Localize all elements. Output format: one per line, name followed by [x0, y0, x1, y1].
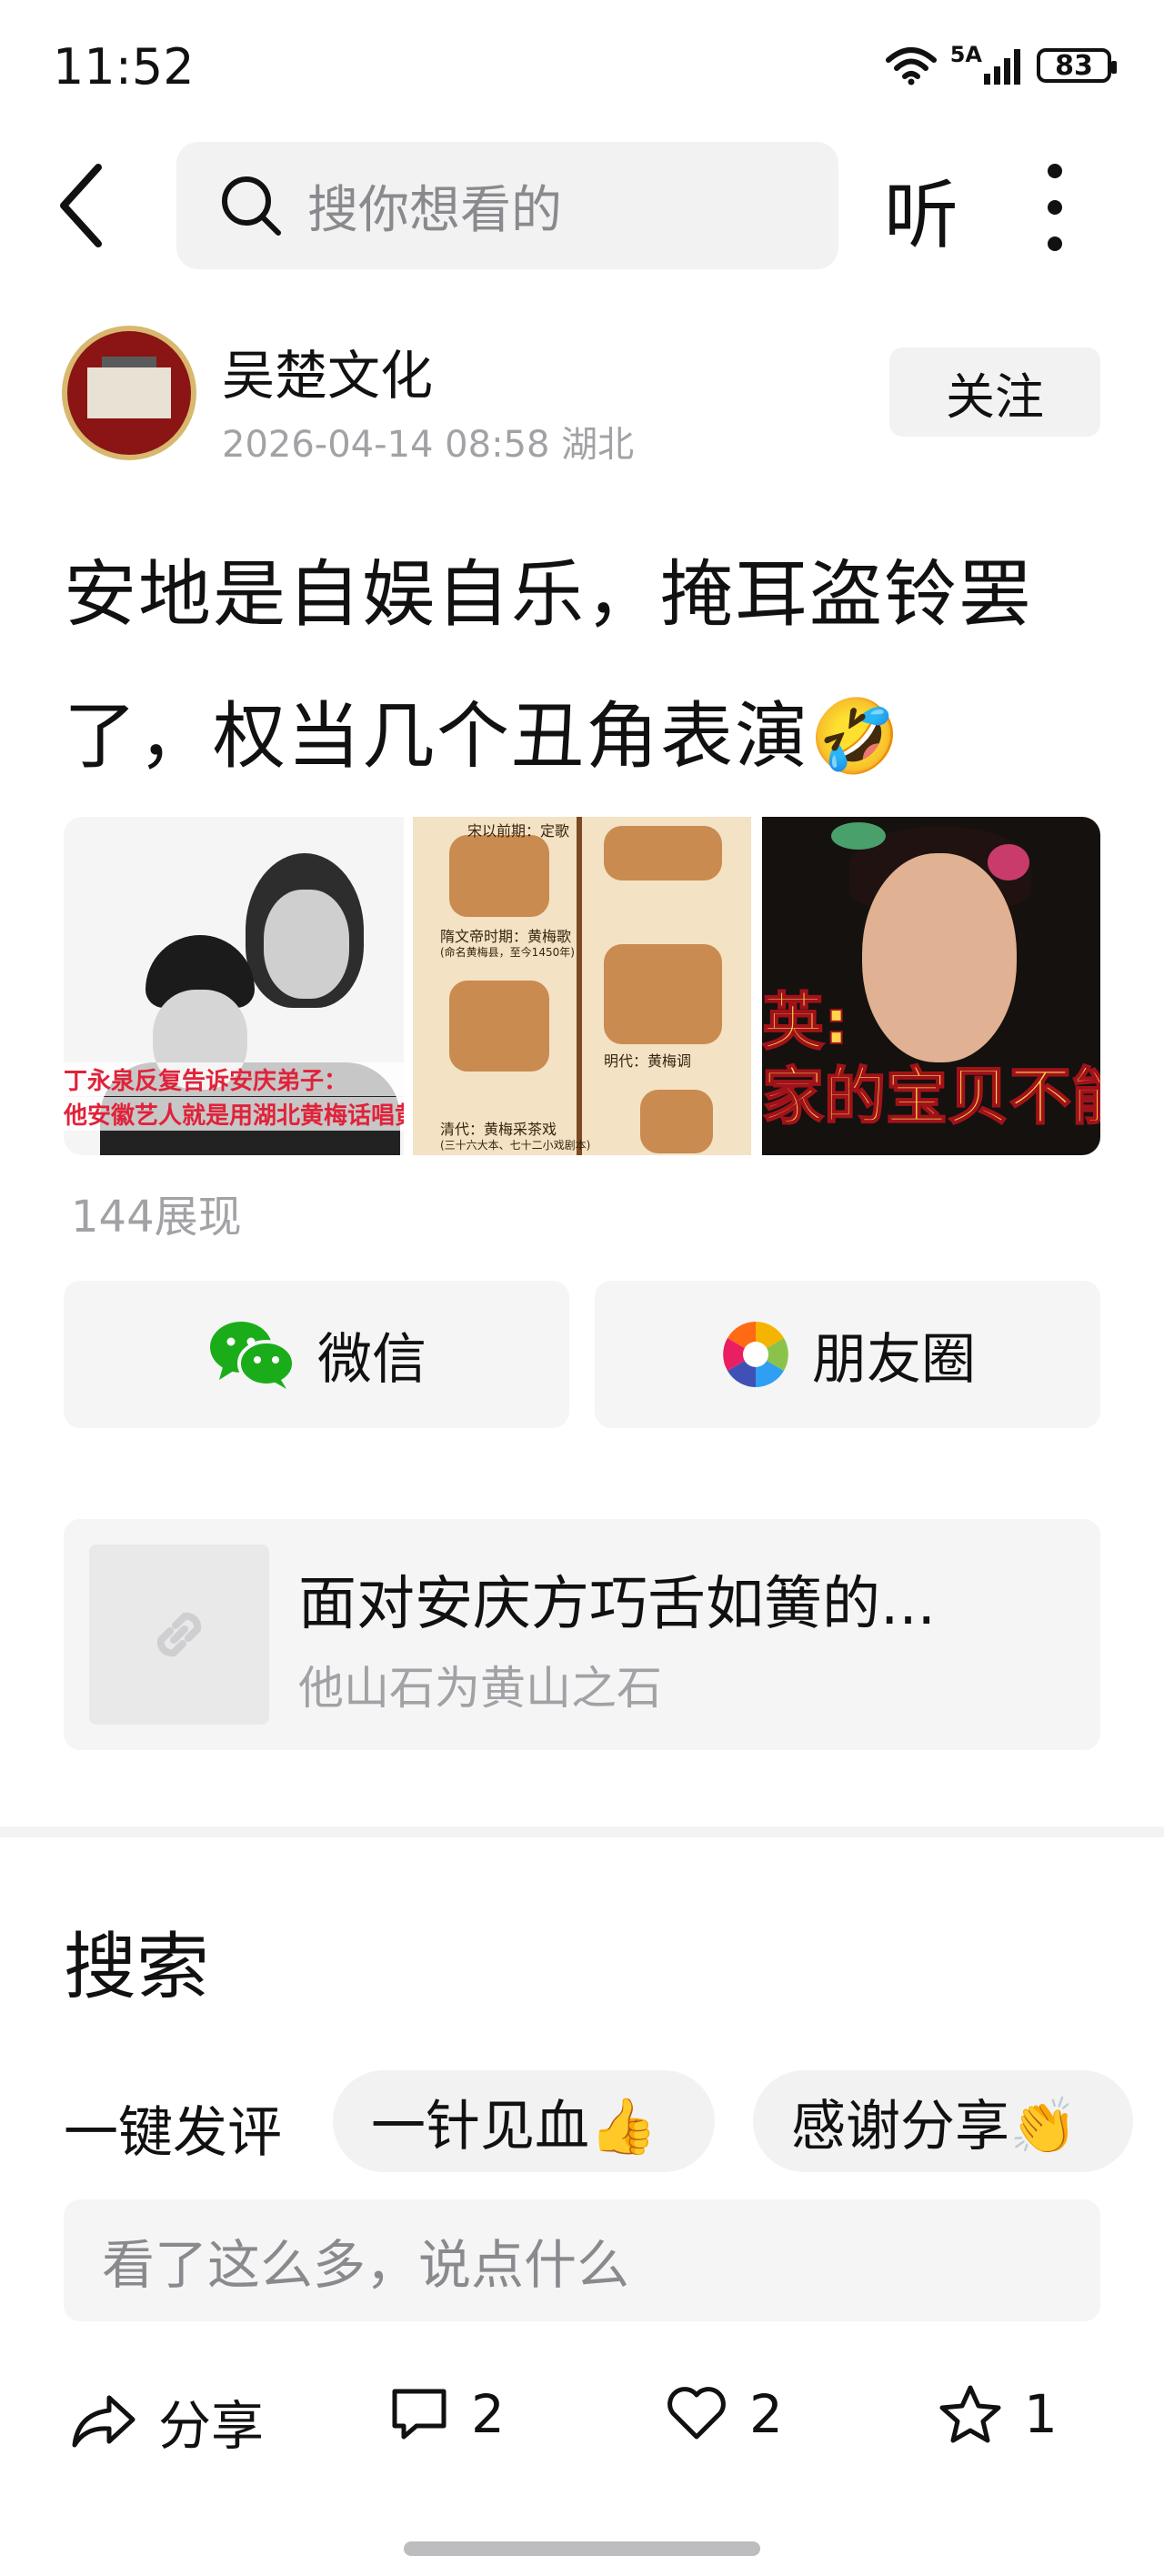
timeline-label: (命名黄梅县，至今1450年) [440, 946, 575, 959]
search-icon [222, 176, 281, 236]
image-caption: 他安徽艺人就是用湖北黄梅话唱黄 [64, 1097, 404, 1131]
star-icon [939, 2385, 1001, 2443]
follow-button[interactable]: 关注 [889, 347, 1100, 437]
section-divider [0, 1826, 1164, 1837]
post-title: 安地是自娱自乐，掩耳盗铃罢了，权当几个丑角表演🤣 [64, 552, 1033, 779]
quick-comment-chip[interactable]: 一针见血👍 [333, 2070, 715, 2172]
wechat-icon [210, 1322, 296, 1389]
comment-count: 2 [471, 2383, 505, 2445]
comment-input[interactable]: 看了这么多，说点什么 [64, 2199, 1100, 2321]
timeline-label: 明代：黄梅调 [604, 1052, 692, 1070]
search-section-heading: 搜索 [64, 1925, 209, 2009]
comment-placeholder: 看了这么多，说点什么 [102, 2234, 630, 2296]
more-vertical-icon[interactable] [1042, 164, 1068, 251]
comment-button[interactable]: 2 [389, 2383, 505, 2445]
link-icon [156, 1612, 202, 1657]
post-meta: 2026-04-14 08:58 湖北 [222, 424, 635, 466]
author-name[interactable]: 吴楚文化 [222, 333, 433, 409]
like-count: 2 [749, 2383, 783, 2445]
link-title: 面对安庆方巧舌如簧的... [298, 1571, 937, 1638]
listen-button[interactable]: 听 [884, 155, 958, 263]
view-count: 144展现 [71, 1192, 242, 1243]
image-caption: 家的宝贝不能丢 [762, 1061, 1100, 1134]
share-label: 分享 [158, 2395, 265, 2457]
link-subtitle: 他山石为黄山之石 [298, 1662, 662, 1715]
wifi-icon [885, 47, 937, 86]
link-thumbnail [89, 1545, 269, 1725]
post-image-2[interactable]: 宋以前期：定歌 隋文帝时期：黄梅歌 (命名黄梅县，至今1450年) 明代：黄梅调… [413, 817, 751, 1155]
quick-comment-chip[interactable]: 感谢分享👏 [753, 2070, 1133, 2172]
timeline-label: 隋文帝时期：黄梅歌 [440, 928, 572, 945]
search-input[interactable]: 搜你想看的 [176, 142, 838, 269]
link-card[interactable]: 面对安庆方巧舌如簧的... 他山石为黄山之石 [64, 1519, 1100, 1750]
avatar[interactable] [62, 326, 196, 460]
share-button[interactable]: 分享 [71, 2383, 264, 2460]
image-caption: 丁永泉反复告诉安庆弟子： [64, 1062, 404, 1096]
favorite-count: 1 [1024, 2383, 1058, 2445]
timeline-label: (三十六大本、七十二小戏剧本) [440, 1139, 591, 1152]
share-wechat-label: 微信 [317, 1327, 426, 1392]
signal-icon [984, 49, 1020, 85]
post-image-3[interactable]: 英: 家的宝贝不能丢 [762, 817, 1100, 1155]
heart-icon [667, 2387, 726, 2440]
back-button[interactable] [51, 160, 115, 251]
status-time: 11:52 [53, 38, 195, 96]
battery-icon: 83 [1037, 48, 1117, 83]
share-moments-label: 朋友圈 [812, 1327, 976, 1392]
chevron-left-icon [60, 164, 102, 247]
status-icons: 5A 83 [885, 42, 1117, 86]
share-icon [72, 2395, 135, 2448]
search-placeholder: 搜你想看的 [307, 180, 562, 240]
timeline-label: 宋以前期：定歌 [467, 822, 570, 840]
moments-icon [723, 1322, 788, 1387]
battery-level: 83 [1055, 49, 1093, 82]
favorite-button[interactable]: 1 [938, 2383, 1058, 2445]
share-moments-button[interactable]: 朋友圈 [595, 1281, 1100, 1428]
home-indicator[interactable] [404, 2541, 760, 2556]
share-wechat-button[interactable]: 微信 [64, 1281, 569, 1428]
quick-comment-label: 一键发评 [64, 2101, 282, 2165]
timeline-label: 清代：黄梅采茶戏 [440, 1121, 557, 1138]
post-image-1[interactable]: 丁永泉反复告诉安庆弟子： 他安徽艺人就是用湖北黄梅话唱黄 [64, 817, 404, 1155]
network-type: 5A [949, 42, 982, 67]
like-button[interactable]: 2 [666, 2383, 783, 2445]
comment-icon [392, 2389, 447, 2440]
